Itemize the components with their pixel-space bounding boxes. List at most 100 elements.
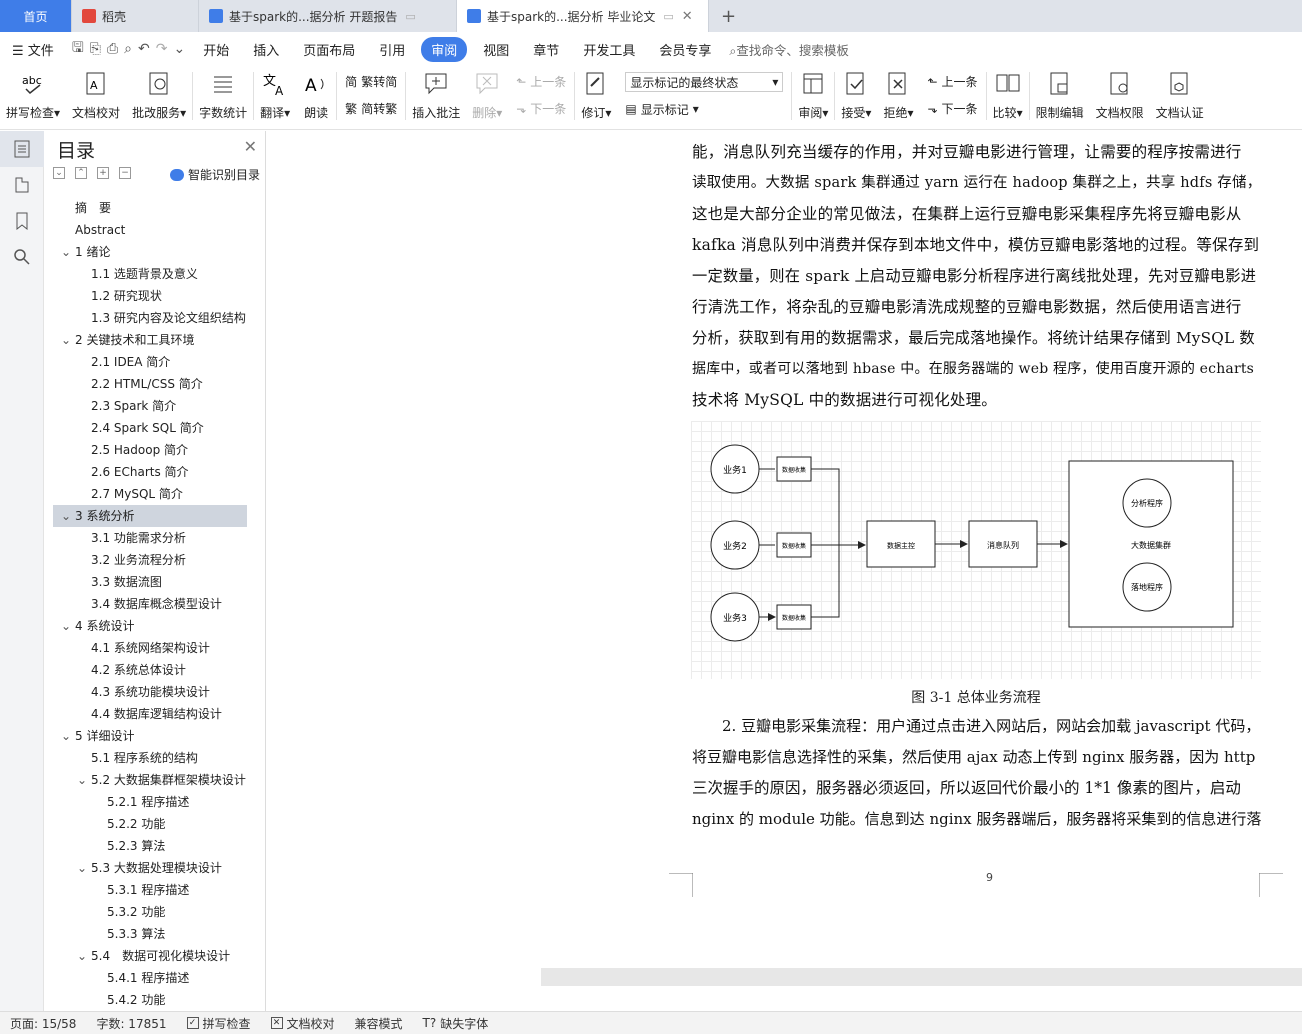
doc-certify-button[interactable]: 文档认证 — [1150, 66, 1210, 126]
menu-member[interactable]: 会员专享 — [647, 40, 723, 59]
toc-item[interactable]: 1.1 选题背景及意义 — [53, 263, 247, 285]
review-pane-button[interactable]: 审阅▾ — [792, 66, 834, 126]
toc-item[interactable]: 5.2.3 算法 — [53, 835, 247, 857]
chevron-down-icon[interactable]: ⌄ — [61, 505, 75, 527]
toc-item[interactable]: 4.3 系统功能模块设计 — [53, 681, 247, 703]
menu-insert[interactable]: 插入 — [241, 40, 291, 59]
markup-state-select[interactable]: 显示标记的最终状态 ▾ — [625, 72, 784, 93]
chevron-down-icon[interactable]: ⌄ — [77, 857, 91, 879]
file-menu[interactable]: ☰ 文件 — [0, 40, 66, 59]
find-icon[interactable] — [0, 239, 44, 275]
restrict-edit-button[interactable]: 限制编辑 — [1030, 66, 1090, 126]
insert-comment-button[interactable]: 插入批注 — [406, 66, 466, 126]
doc-proof-toggle[interactable]: ✕ 文档校对 — [261, 1015, 345, 1032]
undo-icon[interactable]: ↶ — [138, 41, 150, 57]
close-icon[interactable]: ✕ — [244, 137, 257, 156]
close-tab-icon[interactable]: ✕ — [682, 9, 693, 24]
simp-to-trad-button[interactable]: 繁简转繁 — [345, 100, 397, 117]
toc-item[interactable]: 摘 要 — [53, 197, 247, 219]
toc-item[interactable]: 2.1 IDEA 简介 — [53, 351, 247, 373]
tab-docer[interactable]: 稻壳 — [72, 0, 199, 32]
toc-item[interactable]: ⌄ 5.4 数据可视化模块设计 — [53, 945, 247, 967]
next-revision-button[interactable]: ⬎ 下一条 — [928, 100, 978, 117]
chevron-down-icon[interactable]: ⌄ — [77, 769, 91, 791]
toc-item[interactable]: 2.2 HTML/CSS 简介 — [53, 373, 247, 395]
trad-to-simp-button[interactable]: 简繁转简 — [345, 73, 397, 90]
page-indicator[interactable]: 页面: 15/58 — [0, 1015, 86, 1032]
export-icon[interactable]: ⎘ — [90, 41, 101, 57]
toc-item[interactable]: ⌄ 3 系统分析 — [53, 505, 247, 527]
chevron-down-icon[interactable]: ⌄ — [61, 725, 75, 747]
menu-references[interactable]: 引用 — [367, 40, 417, 59]
toc-item[interactable]: ⌄ 4 系统设计 — [53, 615, 247, 637]
next-comment-button[interactable]: ⬎ 下一条 — [516, 100, 566, 117]
menu-section[interactable]: 章节 — [521, 40, 571, 59]
toc-item[interactable]: 5.4.2 功能 — [53, 989, 247, 1011]
toc-item[interactable]: ⌄ 5 详细设计 — [53, 725, 247, 747]
toc-item[interactable]: ⌄ 1 绪论 — [53, 241, 247, 263]
tab-home[interactable]: 首页 — [0, 0, 72, 32]
prev-revision-button[interactable]: ⬑ 上一条 — [928, 73, 978, 90]
expand-all-icon[interactable]: ⌃ — [75, 167, 87, 179]
spell-check-button[interactable]: abc 拼写检查▾ — [0, 66, 66, 126]
toc-item[interactable]: 3.1 功能需求分析 — [53, 527, 247, 549]
paragraph-intro[interactable]: 能，消息队列充当缓存的作用，并对豆瓣电影进行管理，让需要的程序按需进行 读取使用。… — [692, 137, 1262, 416]
smart-toc-button[interactable]: 智能识别目录 — [169, 166, 260, 183]
print-icon[interactable]: ⎙ — [107, 41, 118, 57]
new-tab-button[interactable]: + — [709, 0, 748, 32]
toc-item[interactable]: 5.1 程序系统的结构 — [53, 747, 247, 769]
toc-item[interactable]: 3.4 数据库概念模型设计 — [53, 593, 247, 615]
tab-proposal[interactable]: 基于spark的...据分析 开题报告 ▭ — [199, 0, 457, 32]
paragraph-collection[interactable]: 2. 豆瓣电影采集流程：用户通过点击进入网站后，网站会加载 javascript… — [692, 711, 1262, 835]
menu-developer[interactable]: 开发工具 — [571, 40, 647, 59]
command-search[interactable]: ⌕查找命令、搜索模板 — [729, 40, 849, 59]
tab-preview-icon[interactable]: ▭ — [405, 10, 415, 23]
doc-permission-button[interactable]: 文档权限 — [1090, 66, 1150, 126]
toc-item[interactable]: Abstract — [53, 219, 247, 241]
chevron-down-icon[interactable]: ⌄ — [61, 241, 75, 263]
word-count-button[interactable]: 字数统计 — [193, 66, 253, 126]
translate-button[interactable]: 文A 翻译▾ — [254, 66, 296, 126]
toc-item[interactable]: 4.1 系统网络架构设计 — [53, 637, 247, 659]
collapse-all-icon[interactable]: ⌄ — [53, 167, 65, 179]
toc-item[interactable]: 2.3 Spark 简介 — [53, 395, 247, 417]
menu-page-layout[interactable]: 页面布局 — [291, 40, 367, 59]
menu-review[interactable]: 审阅 — [421, 36, 468, 62]
toc-item[interactable]: 2.7 MySQL 简介 — [53, 483, 247, 505]
tab-preview-icon[interactable]: ▭ — [663, 10, 673, 23]
word-count-indicator[interactable]: 字数: 17851 — [86, 1015, 176, 1032]
toc-item[interactable]: 1.2 研究现状 — [53, 285, 247, 307]
toc-item[interactable]: 2.5 Hadoop 简介 — [53, 439, 247, 461]
toc-panel-icon[interactable] — [0, 131, 44, 167]
toc-item[interactable]: 2.4 Spark SQL 简介 — [53, 417, 247, 439]
toc-item[interactable]: 5.2.2 功能 — [53, 813, 247, 835]
remove-level-icon[interactable]: − — [119, 167, 131, 179]
revise-button[interactable]: 修订▾ — [575, 66, 617, 126]
missing-font-button[interactable]: T? 缺失字体 — [413, 1015, 499, 1032]
compare-button[interactable]: 比较▾ — [987, 66, 1029, 126]
toc-item[interactable]: ⌄ 5.3 大数据处理模块设计 — [53, 857, 247, 879]
toc-item[interactable]: 3.2 业务流程分析 — [53, 549, 247, 571]
delete-comment-button[interactable]: 删除▾ — [466, 66, 508, 126]
toc-item[interactable]: 5.3.2 功能 — [53, 901, 247, 923]
tab-thesis[interactable]: 基于spark的...据分析 毕业论文 ▭ ✕ — [457, 0, 709, 32]
doc-proof-button[interactable]: A 文档校对 — [66, 66, 126, 126]
batch-service-button[interactable]: 批改服务▾ — [126, 66, 192, 126]
toc-item[interactable]: 2.6 ECharts 简介 — [53, 461, 247, 483]
toc-item[interactable]: 5.3.1 程序描述 — [53, 879, 247, 901]
spell-check-toggle[interactable]: ✓ 拼写检查 — [177, 1015, 261, 1032]
chevron-down-icon[interactable]: ⌄ — [61, 329, 75, 351]
toc-item[interactable]: 4.4 数据库逻辑结构设计 — [53, 703, 247, 725]
add-level-icon[interactable]: + — [97, 167, 109, 179]
chapter-panel-icon[interactable] — [0, 167, 44, 203]
menu-home[interactable]: 开始 — [191, 40, 241, 59]
reject-button[interactable]: 拒绝▾ — [877, 66, 919, 126]
toc-item[interactable]: 4.2 系统总体设计 — [53, 659, 247, 681]
save-icon[interactable]: 🖫 — [72, 37, 84, 61]
accept-button[interactable]: 接受▾ — [835, 66, 877, 126]
toc-item[interactable]: ⌄ 5.2 大数据集群框架模块设计 — [53, 769, 247, 791]
toc-item[interactable]: 5.3.3 算法 — [53, 923, 247, 945]
prev-comment-button[interactable]: ⬑ 上一条 — [516, 73, 566, 90]
toc-item[interactable]: ⌄ 2 关键技术和工具环境 — [53, 329, 247, 351]
chevron-down-icon[interactable]: ⌄ — [61, 615, 75, 637]
